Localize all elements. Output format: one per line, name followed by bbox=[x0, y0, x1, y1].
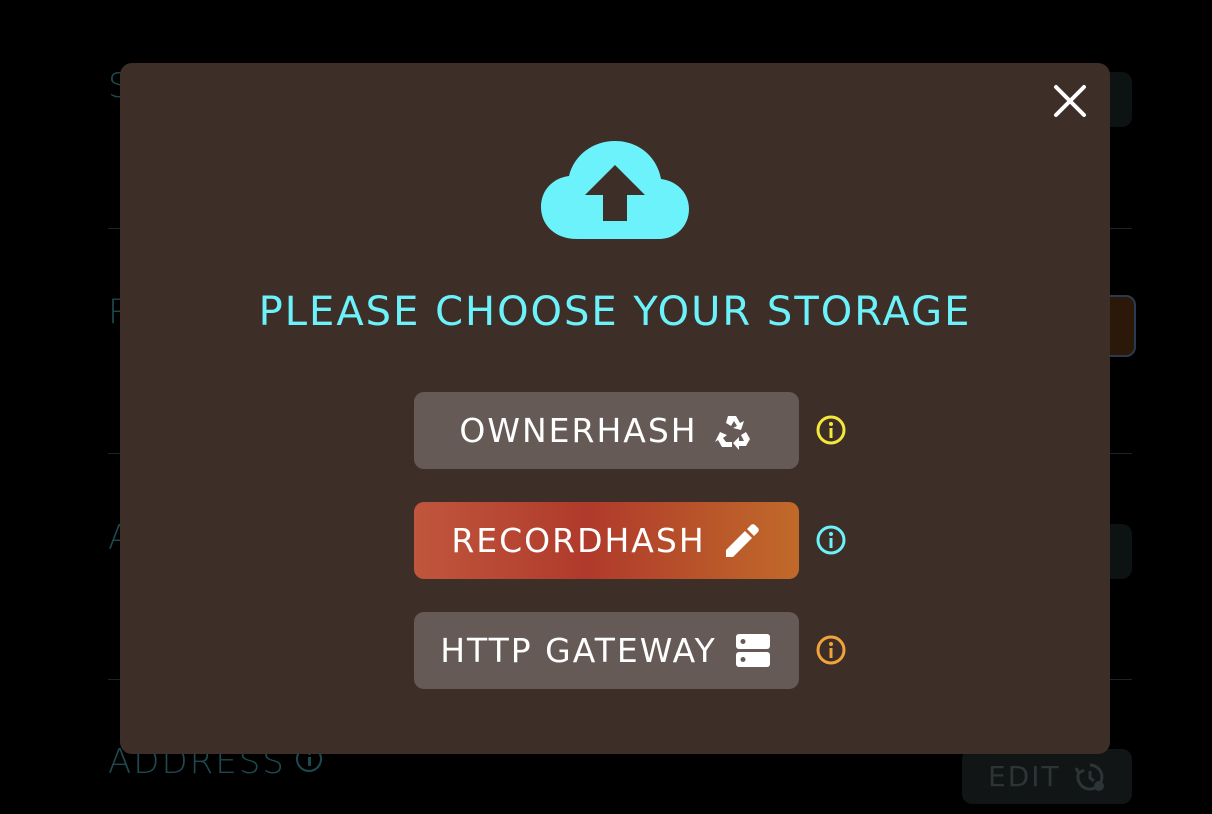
ownerhash-button[interactable]: OWNERHASH bbox=[414, 391, 799, 469]
http-gateway-info-icon[interactable] bbox=[815, 634, 847, 666]
recordhash-info-icon[interactable] bbox=[815, 524, 847, 556]
storage-choice-modal: PLEASE CHOOSE YOUR STORAGE OWNERHASH REC bbox=[120, 63, 1110, 754]
modal-title: PLEASE CHOOSE YOUR STORAGE bbox=[258, 289, 972, 335]
close-icon bbox=[1054, 85, 1086, 117]
option-label: OWNERHASH bbox=[459, 410, 698, 450]
server-icon bbox=[733, 630, 773, 670]
close-button[interactable] bbox=[1050, 81, 1090, 121]
option-label: RECORDHASH bbox=[451, 520, 706, 560]
storage-option-row: HTTP GATEWAY bbox=[414, 611, 864, 689]
cloud-upload-icon bbox=[541, 141, 689, 239]
pencil-icon bbox=[722, 520, 762, 560]
http-gateway-button[interactable]: HTTP GATEWAY bbox=[414, 611, 799, 689]
bg-edit-button: EDIT bbox=[962, 749, 1132, 804]
option-label: HTTP GATEWAY bbox=[440, 630, 717, 670]
recycle-icon bbox=[714, 410, 754, 450]
bg-edit-label: EDIT bbox=[988, 760, 1061, 793]
storage-option-row: OWNERHASH bbox=[414, 391, 864, 469]
storage-option-row: RECORDHASH bbox=[414, 501, 864, 579]
ownerhash-info-icon[interactable] bbox=[815, 414, 847, 446]
history-settings-icon bbox=[1074, 763, 1104, 791]
recordhash-button[interactable]: RECORDHASH bbox=[414, 501, 799, 579]
